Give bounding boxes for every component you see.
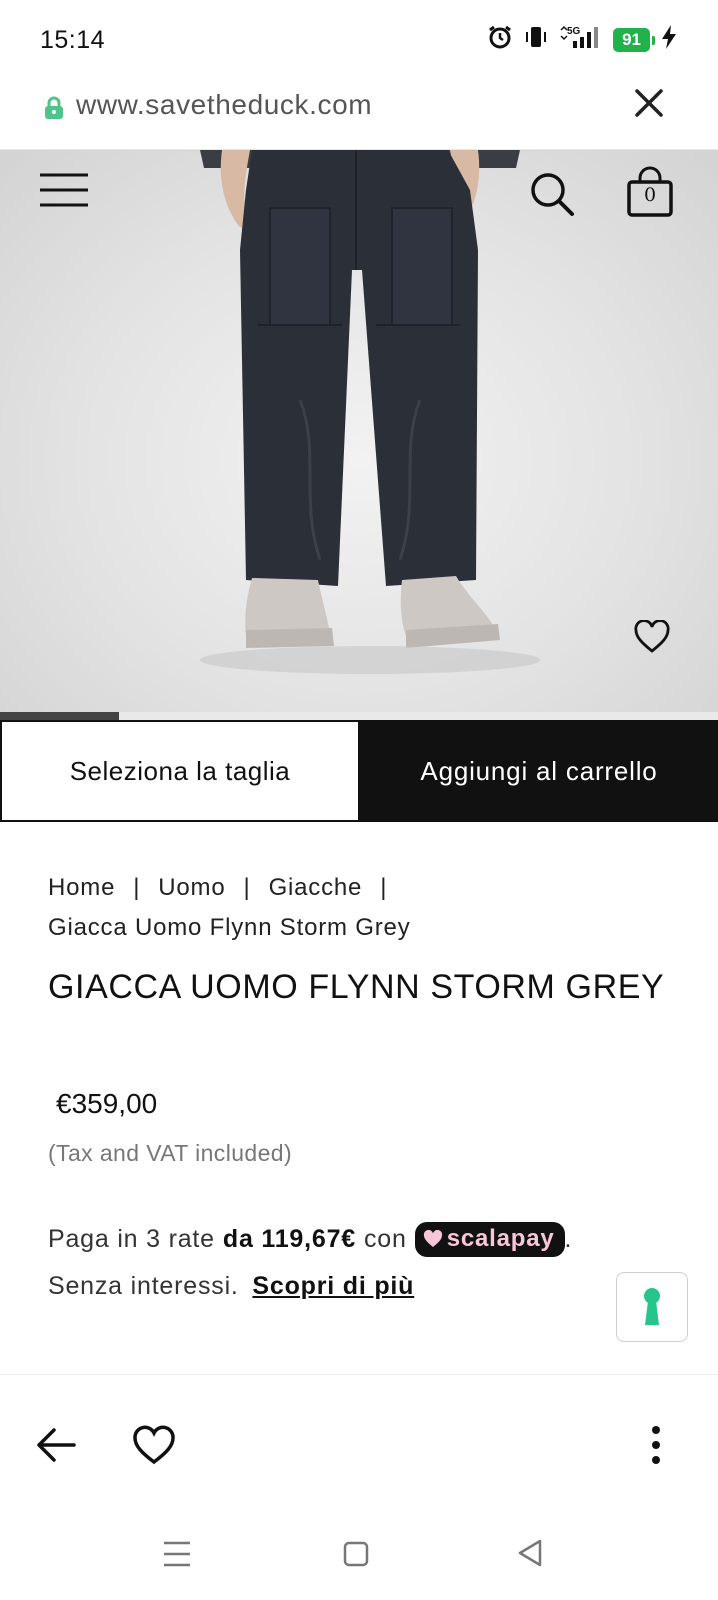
learn-more-link[interactable]: Scopri di più <box>252 1272 414 1300</box>
product-photo <box>200 150 540 674</box>
status-time: 15:14 <box>40 26 106 54</box>
breadcrumb: Home | Uomo | Giacche | Giacca Uomo Flynn Sto… <box>48 868 668 948</box>
select-size-button[interactable]: Seleziona la taglia <box>0 720 360 822</box>
charging-icon <box>660 24 678 55</box>
breadcrumb-home[interactable]: Home <box>48 874 115 901</box>
installment-prefix: Paga in 3 rate <box>48 1225 215 1253</box>
lock-icon <box>43 96 65 125</box>
breadcrumb-current: Giacca Uomo Flynn Storm Grey <box>48 914 411 941</box>
signal-icon: 5G <box>559 24 603 55</box>
home-icon[interactable] <box>342 1540 370 1573</box>
status-bar: 15:14 5G 91 <box>0 0 718 80</box>
svg-text:5G: 5G <box>567 26 581 37</box>
installment-connector: con <box>364 1225 407 1253</box>
breadcrumb-separator: | <box>133 874 141 901</box>
status-icons: 5G 91 <box>487 24 678 55</box>
close-icon[interactable] <box>632 86 666 125</box>
wishlist-heart-icon[interactable] <box>634 619 670 659</box>
installment-note: Senza interessi. Scopri di più <box>48 1272 414 1301</box>
heart-icon <box>423 1230 442 1247</box>
hamburger-menu-icon[interactable] <box>40 172 88 213</box>
no-interest-text: Senza interessi. <box>48 1272 239 1300</box>
tax-note: (Tax and VAT included) <box>48 1140 293 1166</box>
search-icon[interactable] <box>528 170 576 223</box>
cart-count: 0 <box>643 184 657 206</box>
carousel-progress-fill <box>0 712 120 720</box>
product-title: GIACCA UOMO FLYNN STORM GREY <box>48 968 665 1006</box>
product-price: €359,00 <box>56 1088 158 1119</box>
alarm-icon <box>487 24 513 55</box>
vibrate-icon <box>523 24 549 55</box>
product-image[interactable]: 0 <box>0 150 718 713</box>
back-arrow-icon[interactable] <box>36 1427 76 1468</box>
breadcrumb-separator: | <box>243 874 251 901</box>
installment-info: Paga in 3 rate da 119,67€ con scalapay . <box>48 1222 572 1257</box>
add-to-cart-button[interactable]: Aggiungi al carrello <box>360 720 718 822</box>
carousel-progress <box>0 712 718 720</box>
more-options-icon[interactable] <box>650 1425 662 1470</box>
keyhole-icon <box>644 1288 660 1325</box>
favorite-heart-icon[interactable] <box>132 1425 176 1470</box>
system-back-icon[interactable] <box>516 1538 544 1573</box>
installment-amount: da 119,67€ <box>222 1225 356 1253</box>
battery-level: 91 <box>613 27 655 52</box>
installment-period: . <box>564 1225 573 1253</box>
url-text[interactable]: www.savetheduck.com <box>76 89 372 121</box>
url-bar[interactable]: www.savetheduck.com <box>0 80 718 150</box>
cart-button[interactable]: 0 <box>626 166 674 218</box>
breadcrumb-uomo[interactable]: Uomo <box>158 874 225 901</box>
scalapay-brand: scalapay <box>446 1225 555 1252</box>
recents-icon[interactable] <box>162 1540 192 1573</box>
scalapay-logo: scalapay <box>414 1222 565 1257</box>
browser-toolbar <box>0 1374 718 1514</box>
breadcrumb-giacche[interactable]: Giacche <box>269 874 363 901</box>
accessibility-widget-button[interactable] <box>616 1272 688 1342</box>
system-nav-bar <box>0 1514 718 1600</box>
breadcrumb-separator: | <box>380 874 388 901</box>
